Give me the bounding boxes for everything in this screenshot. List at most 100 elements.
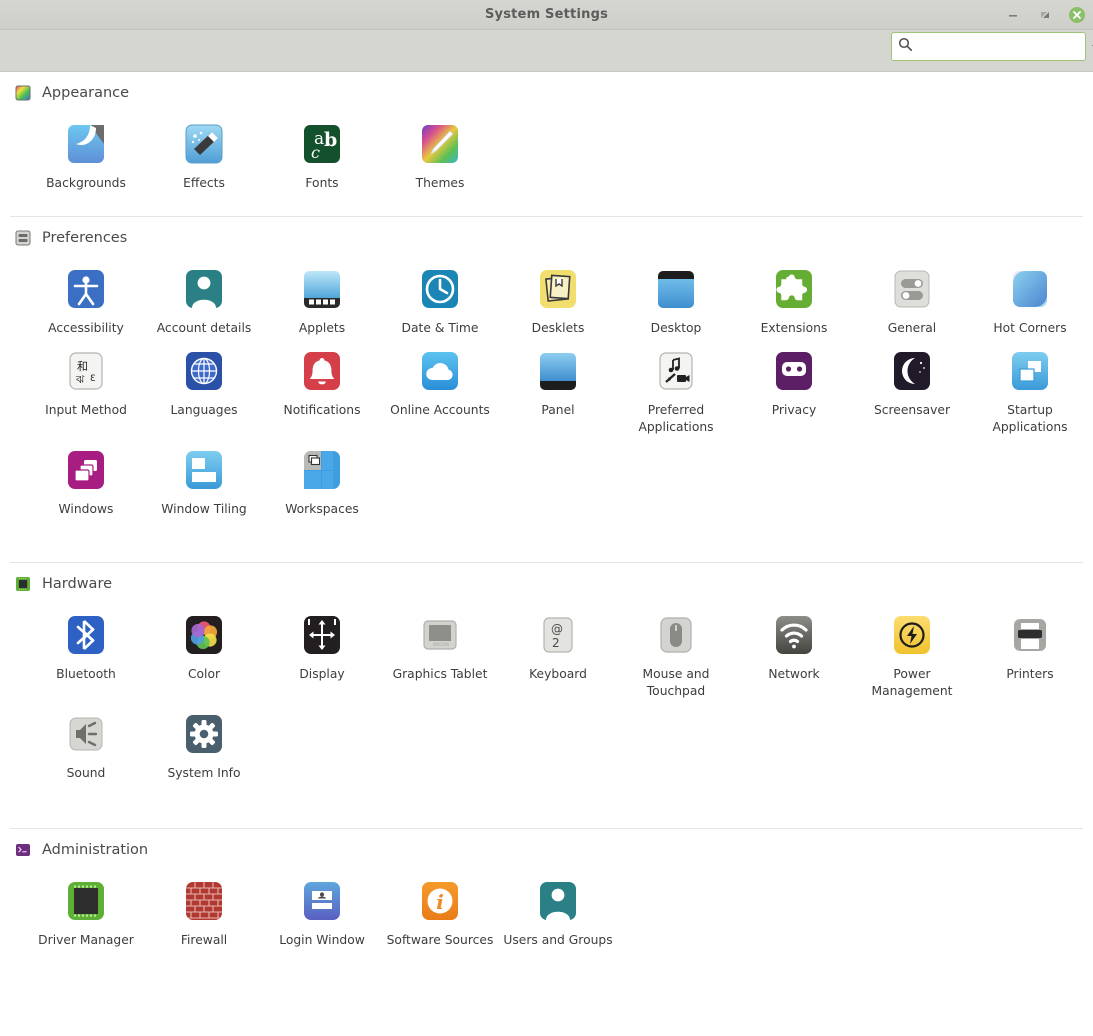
settings-item-panel[interactable]: Panel	[499, 337, 617, 419]
close-button[interactable]	[1069, 7, 1085, 23]
settings-item-desktop[interactable]: Desktop	[617, 255, 735, 337]
settings-item-label: Bluetooth	[56, 666, 116, 681]
search-box[interactable]	[891, 32, 1093, 61]
settings-item-languages[interactable]: Languages	[145, 337, 263, 419]
system-info-gear-icon	[180, 710, 228, 758]
settings-item-driver-manager[interactable]: Driver Manager	[27, 867, 145, 949]
svg-text:Ɛ: Ɛ	[90, 374, 96, 384]
section-header-administration: Administration	[0, 829, 1093, 865]
settings-item-login-window[interactable]: Login Window	[263, 867, 381, 949]
driver-manager-icon	[62, 877, 110, 925]
settings-item-label: Sound	[66, 765, 106, 780]
section-header-appearance: Appearance	[0, 72, 1093, 108]
desklets-notes-icon	[534, 265, 582, 313]
maximize-button[interactable]	[1037, 7, 1053, 23]
settings-item-bluetooth[interactable]: Bluetooth	[27, 601, 145, 683]
settings-item-windows[interactable]: Windows	[27, 436, 145, 518]
account-details-user-icon	[180, 265, 228, 313]
settings-item-label: Online Accounts	[390, 402, 490, 417]
settings-item-account-details[interactable]: Account details	[145, 255, 263, 337]
settings-content: Appearance Backgrounds Effects a b c Fon…	[0, 72, 1093, 1036]
settings-item-color[interactable]: Color	[145, 601, 263, 683]
settings-item-window-tiling[interactable]: Window Tiling	[145, 436, 263, 518]
svg-text:和: 和	[77, 360, 88, 373]
settings-item-startup-applications[interactable]: Startup Applications	[971, 337, 1089, 436]
settings-item-label: Input Method	[45, 402, 127, 417]
settings-item-label: Privacy	[771, 402, 817, 417]
svg-text:2: 2	[552, 636, 560, 650]
settings-item-printers[interactable]: Printers	[971, 601, 1089, 683]
settings-item-software-sources[interactable]: i Software Sources	[381, 867, 499, 949]
settings-item-accessibility[interactable]: Accessibility	[27, 255, 145, 337]
settings-item-hot-corners[interactable]: Hot Corners	[971, 255, 1089, 337]
settings-item-keyboard[interactable]: @ 2 Keyboard	[499, 601, 617, 683]
settings-item-desklets[interactable]: Desklets	[499, 255, 617, 337]
settings-item-date-time[interactable]: Date & Time	[381, 255, 499, 337]
section-header-preferences: Preferences	[0, 217, 1093, 253]
extensions-puzzle-icon	[770, 265, 818, 313]
settings-item-label: Keyboard	[529, 666, 587, 681]
settings-item-system-info[interactable]: System Info	[145, 700, 263, 782]
sound-speaker-icon	[62, 710, 110, 758]
search-toolbar	[0, 30, 1093, 72]
bluetooth-icon	[62, 611, 110, 659]
settings-item-label: Login Window	[279, 932, 365, 947]
settings-item-label: Themes	[415, 176, 465, 190]
section-title: Hardware	[42, 575, 113, 592]
settings-item-sound[interactable]: Sound	[27, 700, 145, 782]
settings-item-display[interactable]: Display	[263, 601, 381, 683]
settings-item-label: Screensaver	[873, 402, 951, 417]
settings-item-backgrounds[interactable]: Backgrounds	[27, 110, 145, 192]
settings-item-notifications[interactable]: Notifications	[263, 337, 381, 419]
settings-item-fonts[interactable]: a b c Fonts	[263, 110, 381, 192]
settings-item-workspaces[interactable]: Workspaces	[263, 436, 381, 518]
themes-paintbrush-icon	[416, 120, 464, 168]
settings-item-firewall[interactable]: Firewall	[145, 867, 263, 949]
minimize-button[interactable]	[1005, 7, 1021, 23]
firewall-brick-icon	[180, 877, 228, 925]
section-title: Administration	[42, 841, 149, 858]
input-method-cjk-icon: 和 ঝ Ɛ	[62, 347, 110, 395]
settings-item-label: Accessibility	[48, 320, 124, 335]
settings-item-online-accounts[interactable]: Online Accounts	[381, 337, 499, 419]
minimize-icon	[1009, 15, 1017, 17]
settings-item-privacy[interactable]: Privacy	[735, 337, 853, 419]
settings-item-users-and-groups[interactable]: Users and Groups	[499, 867, 617, 949]
panel-icon	[534, 347, 582, 395]
settings-item-effects[interactable]: Effects	[145, 110, 263, 192]
settings-item-label: Display	[299, 666, 345, 681]
grid-administration: Driver Manager Firewall Login Window i S…	[0, 865, 1093, 949]
svg-text:WACOM: WACOM	[433, 642, 449, 647]
administration-terminal-icon	[14, 841, 32, 859]
settings-item-applets[interactable]: Applets	[263, 255, 381, 337]
search-input[interactable]	[918, 36, 1088, 57]
settings-item-label: Panel	[541, 402, 575, 417]
section-header-hardware: Hardware	[0, 563, 1093, 599]
settings-item-label: Preferred Applications	[638, 402, 714, 434]
settings-item-themes[interactable]: Themes	[381, 110, 499, 192]
desktop-screen-icon	[652, 265, 700, 313]
preferred-applications-icon	[652, 347, 700, 395]
settings-item-screensaver[interactable]: Screensaver	[853, 337, 971, 419]
settings-item-label: Hot Corners	[993, 320, 1067, 335]
hardware-chip-icon	[14, 575, 32, 593]
section-title: Preferences	[42, 229, 128, 246]
settings-item-label: Applets	[298, 320, 346, 335]
settings-item-label: Color	[187, 666, 221, 681]
settings-item-network[interactable]: Network	[735, 601, 853, 683]
svg-text:i: i	[436, 890, 444, 914]
settings-item-preferred-applications[interactable]: Preferred Applications	[617, 337, 735, 436]
settings-item-power-management[interactable]: Power Management	[853, 601, 971, 700]
settings-item-graphics-tablet[interactable]: WACOM Graphics Tablet	[381, 601, 499, 683]
settings-item-input-method[interactable]: 和 ঝ Ɛ Input Method	[27, 337, 145, 419]
settings-item-label: Backgrounds	[46, 176, 126, 190]
settings-item-label: System Info	[167, 765, 241, 780]
settings-item-general[interactable]: General	[853, 255, 971, 337]
windows-stack-icon	[62, 446, 110, 494]
effects-magic-wand-icon	[180, 120, 228, 168]
section-hardware: Hardware Bluetooth Color Display WACOM G…	[0, 563, 1093, 782]
fonts-abc-icon: a b c	[298, 120, 346, 168]
settings-item-mouse-and-touchpad[interactable]: Mouse and Touchpad	[617, 601, 735, 700]
settings-item-label: Windows	[58, 501, 114, 516]
settings-item-extensions[interactable]: Extensions	[735, 255, 853, 337]
